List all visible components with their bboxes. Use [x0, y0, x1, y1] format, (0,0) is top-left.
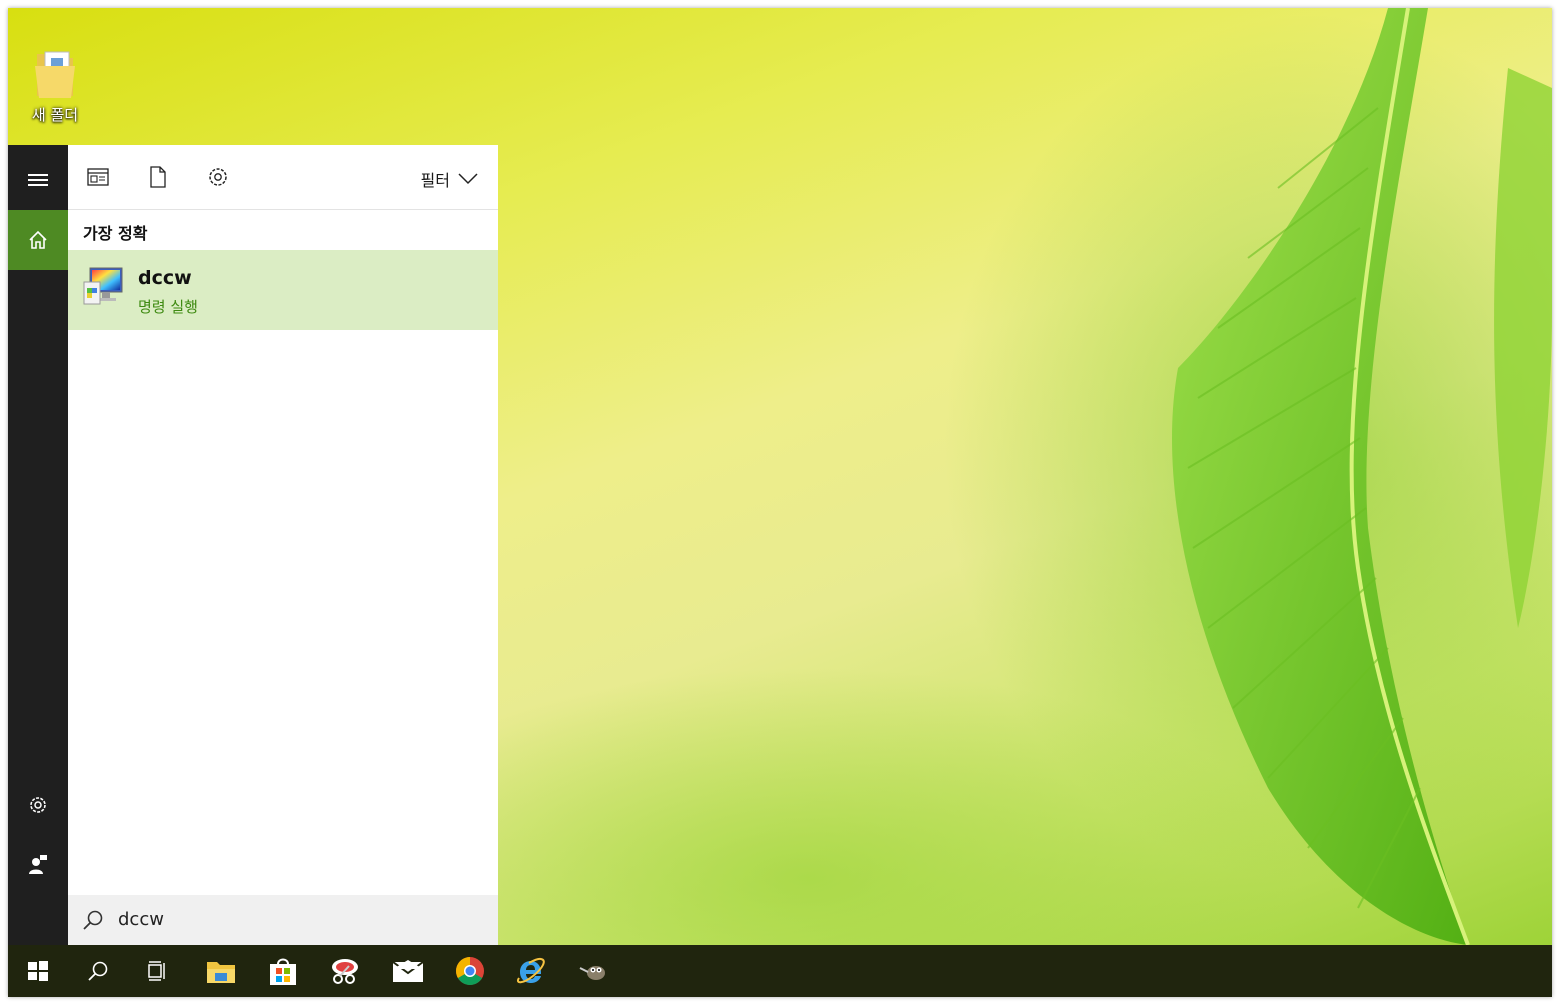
- settings-filter-button[interactable]: [206, 165, 230, 189]
- display-color-calibration-icon: [83, 267, 123, 305]
- snipping-tool-button[interactable]: [315, 945, 375, 997]
- start-button[interactable]: [8, 945, 68, 997]
- settings-icon: [30, 797, 46, 813]
- desktop-background: 새 폴더 필터 가장 정확 dccw 명령 실행 dccw: [8, 8, 1552, 945]
- store-button[interactable]: [253, 945, 313, 997]
- taskbar-search-button[interactable]: [68, 945, 128, 997]
- apps-filter-button[interactable]: [86, 165, 110, 189]
- file-explorer-icon: [207, 962, 235, 983]
- gimp-button[interactable]: [563, 945, 623, 997]
- hamburger-menu-button[interactable]: [8, 150, 68, 210]
- search-icon: [88, 961, 108, 981]
- result-subtitle: 명령 실행: [138, 298, 198, 316]
- folder-icon: [35, 51, 75, 98]
- documents-filter-button[interactable]: [146, 165, 170, 189]
- screen: 새 폴더 필터 가장 정확 dccw 명령 실행 dccw: [8, 8, 1552, 997]
- best-match-result[interactable]: dccw 명령 실행: [68, 250, 498, 330]
- filter-label: 필터: [420, 171, 450, 190]
- search-results-pane: 필터 가장 정확 dccw 명령 실행 dccw: [68, 145, 498, 945]
- user-feedback-icon: [29, 855, 47, 874]
- desktop-folder[interactable]: 새 폴더: [22, 48, 88, 125]
- taskbar: [8, 945, 1552, 997]
- task-view-icon: [148, 961, 165, 981]
- result-title: dccw: [138, 267, 192, 289]
- feedback-button[interactable]: [8, 835, 68, 895]
- snipping-tool-icon: [332, 959, 358, 984]
- settings-button[interactable]: [8, 775, 68, 835]
- gimp-icon: [579, 966, 605, 980]
- documents-icon: [150, 166, 166, 188]
- mail-icon: [392, 960, 424, 982]
- start-left-rail: [8, 145, 68, 945]
- internet-explorer-icon: [517, 957, 545, 984]
- task-view-button[interactable]: [128, 945, 188, 997]
- chrome-icon: [456, 957, 484, 985]
- hamburger-menu-icon: [28, 174, 48, 186]
- best-match-heading: 가장 정확: [83, 224, 148, 243]
- windows-start-icon: [28, 961, 48, 981]
- file-explorer-button[interactable]: [191, 945, 251, 997]
- desktop-folder-label: 새 폴더: [31, 106, 79, 124]
- chrome-button[interactable]: [440, 945, 500, 997]
- home-icon: [29, 230, 47, 249]
- store-icon: [270, 958, 296, 985]
- mail-button[interactable]: [378, 945, 438, 997]
- search-box[interactable]: dccw: [68, 895, 498, 945]
- search-icon: [83, 910, 103, 930]
- filter-dropdown[interactable]: 필터: [421, 167, 478, 191]
- apps-icon: [87, 168, 109, 186]
- search-input[interactable]: dccw: [118, 909, 164, 930]
- chevron-down-icon: [458, 173, 478, 185]
- start-search-panel: 필터 가장 정확 dccw 명령 실행 dccw: [8, 145, 498, 945]
- home-button[interactable]: [8, 210, 68, 270]
- settings-icon: [209, 168, 227, 186]
- internet-explorer-button[interactable]: [501, 945, 561, 997]
- search-toolbar: 필터: [68, 145, 498, 210]
